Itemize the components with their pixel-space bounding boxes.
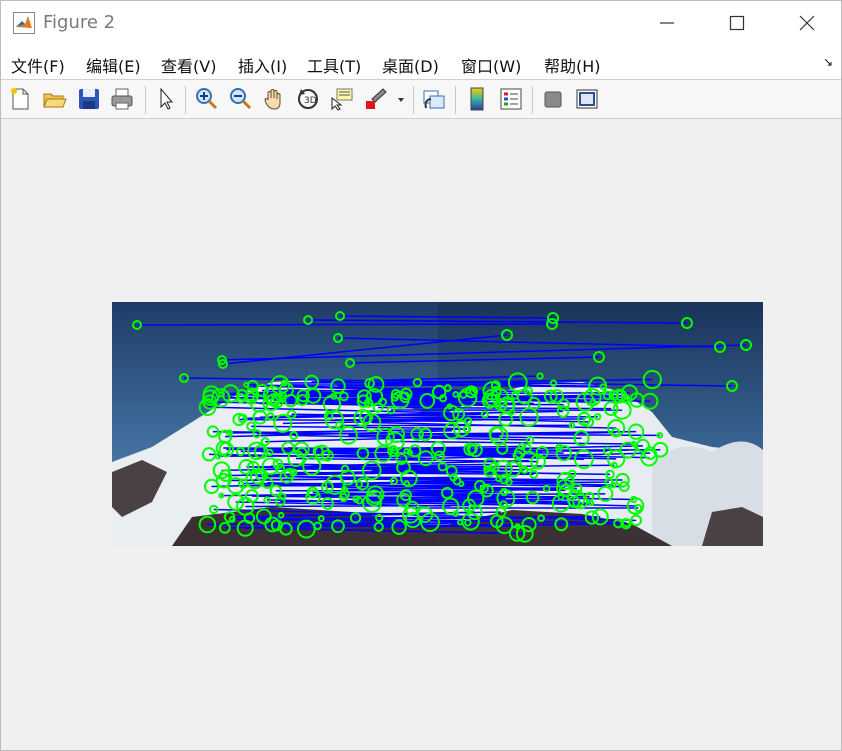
maximize-button[interactable] [702,1,772,45]
select-arrow-icon[interactable] [153,86,179,112]
toolbar-separator [145,86,146,114]
window-title: Figure 2 [43,12,116,33]
title-bar: Figure 2 [1,1,841,45]
menu-insert[interactable]: 插入(I) [238,53,287,77]
rotate-3d-icon[interactable]: 3D [295,86,321,112]
figure-canvas [1,119,841,750]
zoom-out-icon[interactable] [227,86,253,112]
menu-desktop[interactable]: 桌面(D) [382,53,439,77]
colorbar-icon[interactable] [464,86,490,112]
toolbar-separator [185,86,186,114]
menu-file[interactable]: 文件(F) [11,53,65,77]
svg-text:3D: 3D [304,96,317,106]
minimize-icon [660,22,674,24]
close-icon [799,15,815,31]
save-icon[interactable] [76,86,102,112]
close-button[interactable] [772,1,842,45]
toolbar-separator [532,86,533,114]
menu-tools[interactable]: 工具(T) [307,53,361,77]
toolbar-separator [413,86,414,114]
hide-plot-tools-icon[interactable] [540,86,566,112]
open-file-icon[interactable] [41,86,67,112]
match-line [136,323,553,326]
show-plot-tools-icon[interactable] [574,86,600,112]
new-figure-icon[interactable] [7,86,33,112]
menu-bar: 文件(F) 编辑(E) 查看(V) 插入(I) 工具(T) 桌面(D) 窗口(W… [1,45,841,79]
maximize-icon [729,15,745,31]
match-line [223,447,473,450]
legend-icon[interactable] [498,86,524,112]
matlab-logo-icon [13,12,35,34]
brush-dropdown-icon[interactable] [395,86,407,112]
brush-icon[interactable] [363,86,389,112]
zoom-in-icon[interactable] [193,86,219,112]
data-cursor-icon[interactable] [329,86,355,112]
link-plot-icon[interactable] [421,86,447,112]
menu-window[interactable]: 窗口(W) [461,53,521,77]
figure-window: Figure 2 文件(F) 编辑(E) 查看(V) 插入(I) 工具(T) 桌… [0,0,842,751]
minimize-button[interactable] [632,1,702,45]
dock-arrow-icon[interactable]: ↘ [823,55,833,69]
pan-hand-icon[interactable] [261,86,287,112]
menu-view[interactable]: 查看(V) [161,53,216,77]
toolbar-separator [455,86,456,114]
feature-match-image [112,302,763,546]
menu-help[interactable]: 帮助(H) [544,53,601,77]
menu-edit[interactable]: 编辑(E) [86,53,141,77]
print-icon[interactable] [109,86,135,112]
figure-toolbar: 3D [1,79,841,119]
